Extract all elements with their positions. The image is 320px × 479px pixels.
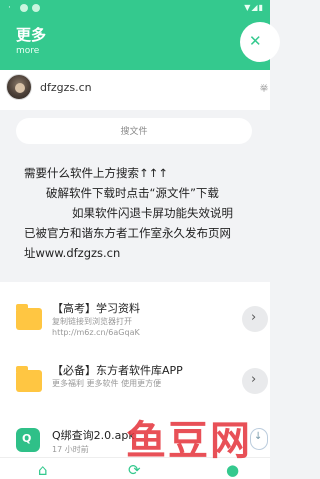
list-item[interactable]: 【高考】学习资料 复制链接到浏览器打开 http://m6z.cn/6aGqaK… [0,290,270,348]
site-name: dfzgzs.cn [40,81,92,94]
report-tag[interactable]: 举 [260,83,268,94]
page-title: 更多 [16,26,47,44]
open-button[interactable]: › [242,368,268,394]
notice-line: 如果软件闪退卡屏功能失效说明 [72,206,233,220]
download-icon: ↓ [254,431,263,442]
close-icon: ✕ [249,32,262,50]
folder-icon [16,304,42,330]
search-files-label: 搜文件 [120,127,148,137]
notice-card: 需要什么软件上方搜索↑↑↑ 破解软件下载时点击“源文件”下载 如果软件闪退卡屏功… [16,155,270,267]
notification-dot-icon [20,4,28,12]
notice-line: 址www.dfzgzs.cn [24,246,121,260]
open-button[interactable]: › [242,306,268,332]
folder-icon [16,366,42,392]
signal-battery-icons: ▼◢▮ [244,3,264,12]
profile-card[interactable]: dfzgzs.cn 举 [0,70,270,110]
apk-title[interactable]: Q绑查询2.0.apk [52,427,135,443]
chevron-right-icon: › [251,372,257,387]
page-header: 更多 more ✕ [0,18,280,70]
list-item-subtitle: 更多福利 更多软件 使用更方便 [52,379,162,388]
search-files-button[interactable]: 搜文件 [16,118,252,144]
page-subtitle: more [16,46,40,56]
list-item-title: 【必备】东方者软件库APP [52,364,183,377]
notification-dot-icon [32,4,40,12]
list-item-subtitle: 复制链接到浏览器打开 [52,317,132,326]
apk-meta: 17 小时前 [52,445,89,454]
status-time: · [8,3,11,13]
list-item-link[interactable]: http://m6z.cn/6aGqaK [52,328,140,337]
list-item-title: 【高考】学习资料 [52,302,140,315]
close-button[interactable]: ✕ [240,22,280,62]
apk-file-icon: Q [16,428,40,452]
download-button[interactable]: ↓ [250,428,268,450]
notice-line: 破解软件下载时点击“源文件”下载 [46,186,219,200]
avatar[interactable] [6,74,32,100]
chevron-right-icon: › [251,310,257,325]
status-bar: · ▼◢▮ [0,0,270,18]
notice-line: 已被官方和谐东方者工作室永久发布页网 [24,226,231,240]
watermark-logo: 鱼豆网 [126,418,252,464]
notice-line: 需要什么软件上方搜索↑↑↑ [24,166,168,180]
tab-home-icon[interactable]: ⌂ [38,461,48,479]
list-item[interactable]: 【必备】东方者软件库APP 更多福利 更多软件 使用更方便 › [0,354,270,412]
